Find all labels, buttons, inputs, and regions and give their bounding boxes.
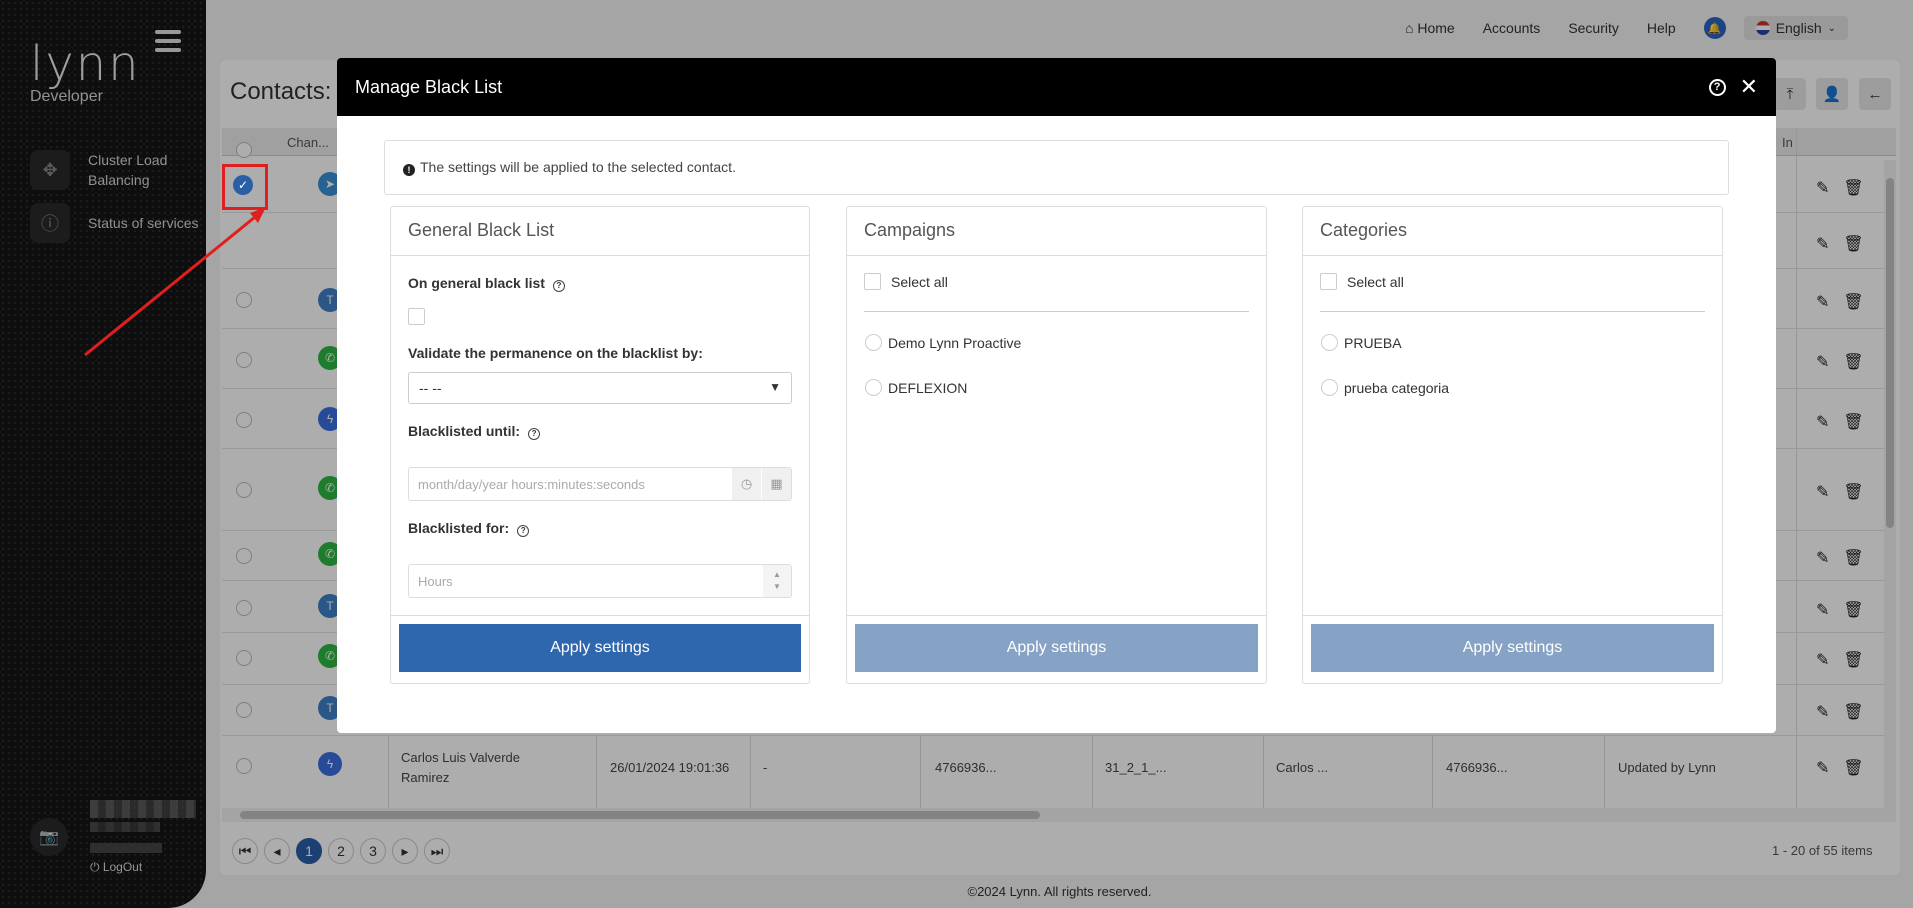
clock-icon[interactable]: ◷ [731, 468, 761, 500]
option-label: prueba categoria [1344, 379, 1450, 396]
select-all-checkbox[interactable] [864, 273, 881, 290]
annotation-arrow [84, 207, 266, 357]
on-general-black-list-checkbox[interactable] [408, 308, 425, 325]
stepper-down-icon[interactable]: ▼ [773, 581, 781, 593]
help-icon[interactable]: ? [1708, 78, 1726, 96]
categories-select-all[interactable]: Select all [1320, 273, 1404, 290]
validate-permanence-select[interactable]: -- -- ▼ [408, 372, 792, 404]
radio-circle[interactable] [1321, 334, 1338, 351]
label-text: Blacklisted until: [408, 423, 521, 439]
on-general-black-list-label: On general black list? [408, 275, 565, 292]
label-text: On general black list [408, 275, 545, 291]
radio-circle[interactable] [865, 379, 882, 396]
question-icon[interactable]: ? [552, 280, 565, 292]
option-label: PRUEBA [1344, 334, 1402, 351]
select-all-label: Select all [1347, 273, 1404, 290]
blacklisted-until-label: Blacklisted until:? [408, 423, 541, 440]
blacklisted-for-hours-input[interactable]: Hours ▲ ▼ [408, 564, 792, 598]
apply-settings-button-general[interactable]: Apply settings [399, 624, 801, 672]
info-text: The settings will be applied to the sele… [420, 159, 736, 175]
datetime-icons: ◷ ▦ [731, 468, 791, 500]
categories-panel: Categories Select all PRUEBA prueba cate… [1302, 206, 1723, 684]
radio-circle[interactable] [865, 334, 882, 351]
general-black-list-panel: General Black List On general black list… [390, 206, 810, 684]
calendar-icon[interactable]: ▦ [761, 468, 791, 500]
blacklisted-until-input[interactable]: month/day/year hours:minutes:seconds ◷ ▦ [408, 467, 792, 501]
label-text: Blacklisted for: [408, 520, 510, 536]
option-label: Demo Lynn Proactive [888, 334, 1022, 351]
caret-down-icon: ▼ [769, 380, 781, 394]
divider [1320, 311, 1705, 312]
select-value: -- -- [419, 380, 442, 396]
row-checkbox-checked[interactable]: ✓ [233, 175, 253, 195]
info-icon: ! [403, 164, 415, 176]
campaigns-panel: Campaigns Select all Demo Lynn Proactive… [846, 206, 1267, 684]
campaigns-select-all[interactable]: Select all [864, 273, 948, 290]
panel-footer: Apply settings [391, 615, 809, 683]
close-icon[interactable]: ✕ [1740, 74, 1758, 100]
question-icon[interactable]: ? [517, 525, 530, 537]
option-label: DEFLEXION [888, 379, 968, 396]
number-stepper[interactable]: ▲ ▼ [763, 565, 791, 597]
panel-footer: Apply settings [847, 615, 1266, 683]
select-all-checkbox[interactable] [1320, 273, 1337, 290]
apply-settings-button-campaigns[interactable]: Apply settings [855, 624, 1258, 672]
manage-black-list-modal: Manage Black List ? ✕ ! The settings will… [337, 58, 1776, 733]
validate-permanence-label: Validate the permanence on the blacklist… [408, 345, 703, 361]
info-banner: ! The settings will be applied to the sel… [384, 140, 1729, 195]
select-all-label: Select all [891, 273, 948, 290]
divider [864, 311, 1249, 312]
radio-circle[interactable] [1321, 379, 1338, 396]
panel-title: Campaigns [847, 207, 1266, 256]
panel-title: Categories [1303, 207, 1722, 256]
campaign-option[interactable]: Demo Lynn Proactive [865, 334, 1021, 351]
category-option[interactable]: PRUEBA [1321, 334, 1402, 351]
category-option[interactable]: prueba categoria [1321, 379, 1449, 396]
campaign-option[interactable]: DEFLEXION [865, 379, 967, 396]
modal-title: Manage Black List [355, 76, 503, 97]
apply-settings-button-categories[interactable]: Apply settings [1311, 624, 1714, 672]
panel-title: General Black List [391, 207, 809, 256]
question-icon[interactable]: ? [528, 428, 541, 440]
annotation-arrow-line [84, 211, 261, 357]
stepper-up-icon[interactable]: ▲ [773, 569, 781, 581]
input-placeholder: month/day/year hours:minutes:seconds [418, 477, 645, 492]
blacklisted-for-label: Blacklisted for:? [408, 520, 530, 537]
input-placeholder: Hours [418, 574, 453, 589]
panel-footer: Apply settings [1303, 615, 1722, 683]
modal-header: Manage Black List ? ✕ [337, 58, 1776, 116]
